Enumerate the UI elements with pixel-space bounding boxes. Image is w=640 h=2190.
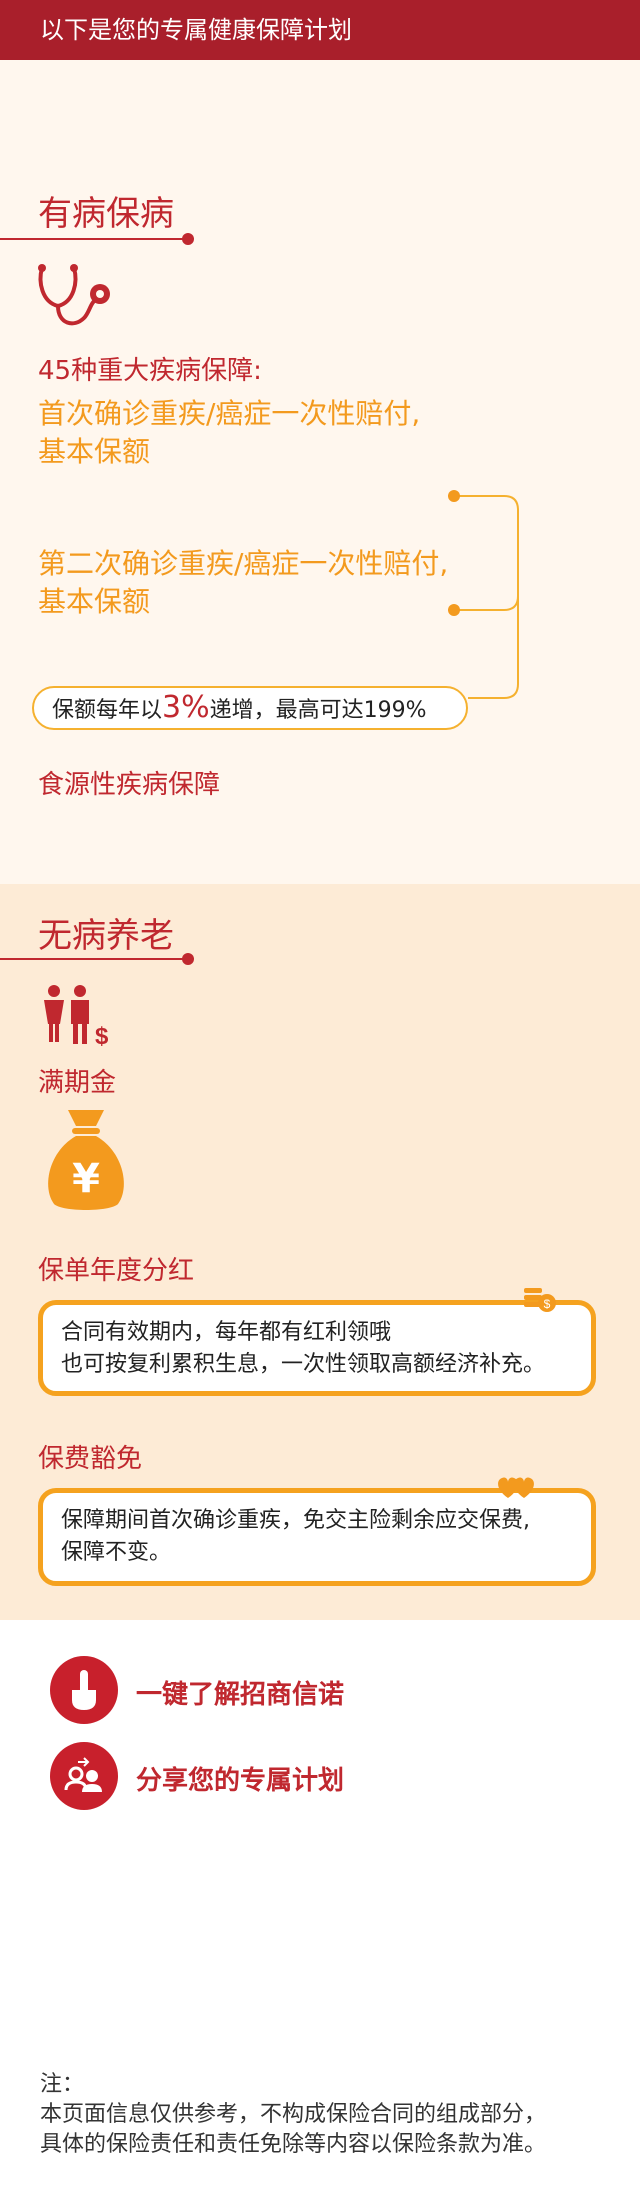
first-claim-line1: 首次确诊重疾/癌症一次性赔付, bbox=[38, 397, 421, 430]
dividend-line2: 也可按复利累积生息，一次性领取高额经济补充。 bbox=[61, 1352, 546, 1377]
healthy-title-underline bbox=[0, 958, 186, 960]
healthy-section-title: 无病养老 bbox=[38, 916, 174, 956]
page-header: 以下是您的专属健康保障计划 bbox=[0, 0, 640, 60]
hand-pointer-icon bbox=[50, 1656, 118, 1724]
share-people-icon bbox=[50, 1742, 118, 1810]
dividend-label: 保单年度分红 bbox=[38, 1256, 195, 1286]
dividend-box: 合同有效期内，每年都有红利领哦 也可按复利累积生息，一次性领取高额经济补充。 bbox=[38, 1300, 596, 1396]
learn-more-action[interactable]: 一键了解招商信诺 bbox=[50, 1656, 470, 1728]
learn-more-label: 一键了解招商信诺 bbox=[136, 1680, 345, 1710]
sick-section bbox=[0, 60, 640, 884]
sick-title-dot bbox=[182, 233, 194, 245]
growth-prefix: 保额每年以 bbox=[52, 698, 163, 723]
dividend-line1: 合同有效期内，每年都有红利领哦 bbox=[61, 1320, 392, 1345]
growth-pill: 保额每年以3%递增，最高可达199% bbox=[32, 686, 468, 730]
waiver-box: 保障期间首次确诊重疾，免交主险剩余应交保费, 保障不变。 bbox=[38, 1488, 596, 1586]
first-claim-line2: 基本保额 bbox=[38, 435, 151, 468]
diseases-label: 45种重大疾病保障: bbox=[38, 356, 262, 386]
hearts-icon bbox=[498, 1477, 534, 1498]
svg-text:$: $ bbox=[95, 1023, 109, 1048]
share-plan-label: 分享您的专属计划 bbox=[136, 1766, 345, 1796]
stethoscope-icon bbox=[38, 264, 110, 326]
sick-section-title: 有病保病 bbox=[38, 194, 174, 234]
money-bag-symbol: ¥ bbox=[72, 1156, 100, 1202]
note-line2: 具体的保险责任和责任免除等内容以保险条款为准。 bbox=[40, 2132, 547, 2157]
note-line1: 本页面信息仅供参考，不构成保险合同的组成部分， bbox=[40, 2102, 547, 2127]
growth-rate: 3% bbox=[162, 690, 210, 725]
page-title: 以下是您的专属健康保障计划 bbox=[40, 16, 352, 44]
sick-title-underline bbox=[0, 238, 186, 240]
svg-text:$: $ bbox=[544, 1297, 551, 1311]
waiver-line2: 保障不变。 bbox=[61, 1540, 172, 1565]
waiver-line1: 保障期间首次确诊重疾，免交主险剩余应交保费, bbox=[61, 1508, 530, 1533]
note-title: 注： bbox=[40, 2072, 85, 2097]
second-claim-line2: 基本保额 bbox=[38, 585, 151, 618]
couple-money-icon: $ bbox=[44, 985, 109, 1048]
maturity-label: 满期金 bbox=[38, 1068, 117, 1098]
share-plan-action[interactable]: 分享您的专属计划 bbox=[50, 1742, 470, 1814]
waiver-label: 保费豁免 bbox=[38, 1444, 143, 1474]
coins-icon: $ bbox=[524, 1288, 556, 1312]
money-bag-icon: ¥ bbox=[48, 1110, 124, 1210]
bracket-connector bbox=[448, 490, 519, 699]
growth-suffix: 递增，最高可达199% bbox=[209, 698, 427, 723]
healthy-title-dot bbox=[182, 953, 194, 965]
food-disease-label: 食源性疾病保障 bbox=[38, 770, 221, 800]
second-claim-line1: 第二次确诊重疾/癌症一次性赔付, bbox=[38, 547, 449, 580]
